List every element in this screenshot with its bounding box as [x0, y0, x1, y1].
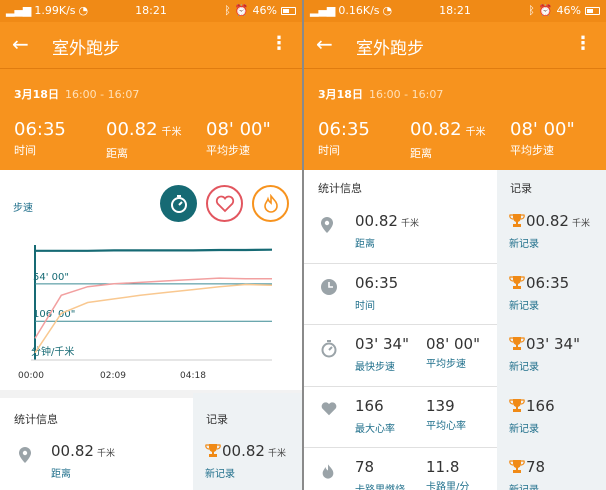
summary-avg-pace: 08' 00" 平均步速 [206, 119, 271, 158]
trophy-icon [205, 444, 221, 457]
summary-distance: 00.82 千米 距离 [410, 119, 486, 161]
stat-row-3-primary: 166 最大心率 [355, 396, 395, 435]
trophy-icon [509, 398, 525, 412]
battery-percent: 46% [556, 4, 581, 17]
battery-icon [281, 6, 296, 15]
bluetooth-icon: ᛒ [224, 4, 231, 17]
record-row-0: 00.82 千米 新记录 [509, 212, 590, 250]
trophy-icon [509, 460, 525, 473]
stat-row-2-primary: 03' 34" 最快步速 [355, 335, 409, 373]
pace-chart-section: 步速 54' 00" 106' 00" 分钟/千米 00:00 02:09 04:18 [0, 170, 302, 390]
summary-avg-pace: 08' 00" 平均步速 [510, 119, 575, 158]
status-bar: ▂▄▆ 0.16K/s ◔ 18:21 ᛒ ⏰ 46% [304, 0, 606, 22]
records-header: 记录 [510, 182, 532, 195]
location-icon [320, 216, 334, 238]
record-row-4: 78新记录 [509, 458, 548, 490]
page-title: 室外跑步 [52, 39, 120, 59]
workout-summary: 3月18日 16:00 - 16:07 06:35 时间 00.82 千米 距离 0… [0, 68, 302, 170]
stat-row-3-secondary: 139 平均心率 [426, 396, 466, 432]
back-arrow-icon[interactable]: ← [316, 31, 333, 57]
location-icon [18, 446, 32, 468]
stat-distance: 00.82 千米 距离 [51, 442, 115, 480]
summary-time: 06:35 时间 [14, 119, 66, 158]
bluetooth-icon: ᛒ [528, 4, 535, 17]
fire-icon [320, 462, 336, 485]
workout-date: 3月18日 16:00 - 16:07 [14, 88, 140, 101]
stats-section: 统计信息 记录 00.82 千米 距离 00.82 千米 新记录 06:35 时间 06:35 新… [304, 170, 606, 490]
pace-chart: 54' 00"106' 00"分钟/千米00:00 02:09 04:18 [18, 245, 273, 381]
back-arrow-icon[interactable]: ← [12, 31, 29, 57]
battery-percent: 46% [252, 4, 277, 17]
right-screen: ▂▄▆ 0.16K/s ◔ 18:21 ᛒ ⏰ 46% ← 室外跑步 ⋮ 3月1… [304, 0, 606, 490]
clock-icon [320, 278, 338, 300]
summary-distance: 00.82 千米 距离 [106, 119, 182, 161]
stats-header: 统计信息 [14, 413, 58, 426]
y-tick-label: 54' 00" [33, 272, 69, 283]
summary-time: 06:35 时间 [318, 119, 370, 158]
record-distance: 00.82 千米 新记录 [205, 442, 286, 480]
battery-icon [585, 6, 600, 15]
stats-section: 统计信息 记录 00.82 千米 距离 00.82 千米 新记录 [0, 393, 302, 490]
x-tick-label: 00:00 [18, 371, 44, 381]
trophy-icon [509, 214, 525, 227]
heart-icon [320, 401, 338, 421]
page-title: 室外跑步 [356, 39, 424, 59]
stat-row-1-primary: 06:35 时间 [355, 273, 399, 312]
record-row-2: 03' 34" 新记录 [509, 335, 580, 373]
left-screen: ▂▄▆ 1.99K/s ◔ 18:21 ᛒ ⏰ 46% ← 室外跑步 ⋮ 3月1… [0, 0, 302, 490]
workout-date: 3月18日 16:00 - 16:07 [318, 88, 444, 101]
app-bar: ← 室外跑步 ⋮ [304, 22, 606, 68]
x-tick-label: 02:09 [100, 371, 126, 381]
record-row-3: 166 新记录 [509, 396, 555, 435]
stat-row-2-secondary: 08' 00" 平均步速 [426, 335, 480, 370]
status-bar: ▂▄▆ 1.99K/s ◔ 18:21 ᛒ ⏰ 46% [0, 0, 302, 22]
y-axis-label: 分钟/千米 [31, 345, 74, 358]
stat-row-4-secondary: 11.8 卡路里/分 [426, 458, 470, 490]
app-bar: ← 室外跑步 ⋮ [0, 22, 302, 68]
stat-row-0-primary: 00.82 千米 距离 [355, 212, 419, 250]
series-line-pace [35, 248, 273, 252]
trophy-icon [509, 337, 525, 350]
stat-row-4-primary: 78卡路里燃烧 [355, 458, 405, 490]
alarm-icon: ⏰ [234, 4, 249, 17]
more-menu-icon[interactable]: ⋮ [270, 31, 288, 57]
stats-header: 统计信息 [318, 182, 362, 195]
stopwatch-icon [320, 339, 338, 362]
records-header: 记录 [206, 413, 228, 426]
trophy-icon [509, 275, 525, 289]
x-tick-label: 04:18 [180, 371, 206, 381]
more-menu-icon[interactable]: ⋮ [574, 31, 592, 57]
alarm-icon: ⏰ [538, 4, 553, 17]
workout-summary: 3月18日 16:00 - 16:07 06:35 时间 00.82 千米 距离 0… [304, 68, 606, 170]
record-row-1: 06:35 新记录 [509, 273, 570, 312]
